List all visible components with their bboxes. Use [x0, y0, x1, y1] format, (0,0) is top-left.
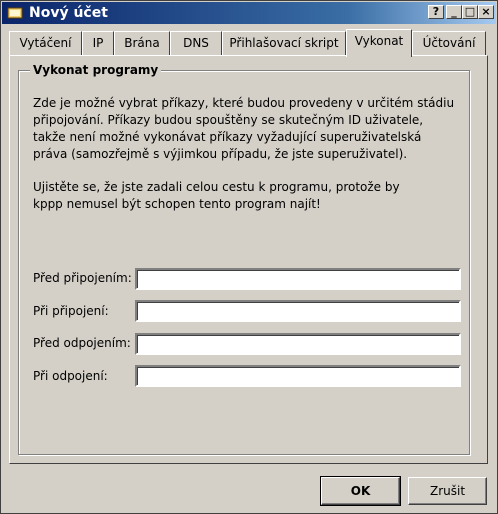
on-connect-input[interactable] — [135, 300, 461, 322]
tab-vykonat[interactable]: Vykonat — [346, 29, 412, 57]
help-button[interactable]: ? — [428, 5, 444, 19]
ok-button[interactable]: OK — [320, 476, 401, 506]
cancel-button[interactable]: Zrušit — [408, 477, 487, 505]
description-paragraph-1: Zde je možné vybrat příkazy, které budou… — [33, 96, 455, 161]
minimize-button[interactable]: _ — [446, 5, 462, 19]
maximize-button[interactable]: □ — [462, 5, 478, 19]
title-bar[interactable]: Nový účet ? _ □ × — [2, 2, 496, 24]
description: Zde je možné vybrat příkazy, které budou… — [33, 95, 463, 229]
tab-uctovani[interactable]: Účtování — [412, 31, 486, 55]
group-title: Vykonat programy — [30, 63, 162, 77]
before-disconnect-label: Před odpojením: — [33, 336, 131, 350]
on-disconnect-input[interactable] — [135, 365, 461, 387]
on-disconnect-label: Při odpojení: — [33, 369, 108, 383]
tab-brana[interactable]: Brána — [114, 31, 170, 55]
tab-dns[interactable]: DNS — [170, 31, 222, 55]
description-paragraph-2: Ujistěte se, že jste zadali celou cestu … — [33, 180, 400, 211]
close-button[interactable]: × — [478, 5, 494, 19]
before-disconnect-input[interactable] — [135, 333, 461, 355]
tab-prihlasovaci-skript[interactable]: Přihlašovací skript — [222, 31, 346, 55]
before-connect-input[interactable] — [135, 268, 461, 290]
window-title: Nový účet — [29, 5, 108, 21]
before-connect-label: Před připojením: — [33, 271, 132, 285]
on-connect-label: Při připojení: — [33, 304, 109, 318]
tab-vytaceni[interactable]: Vytáčení — [9, 31, 82, 55]
app-icon — [7, 5, 23, 21]
tab-ip[interactable]: IP — [82, 31, 114, 55]
